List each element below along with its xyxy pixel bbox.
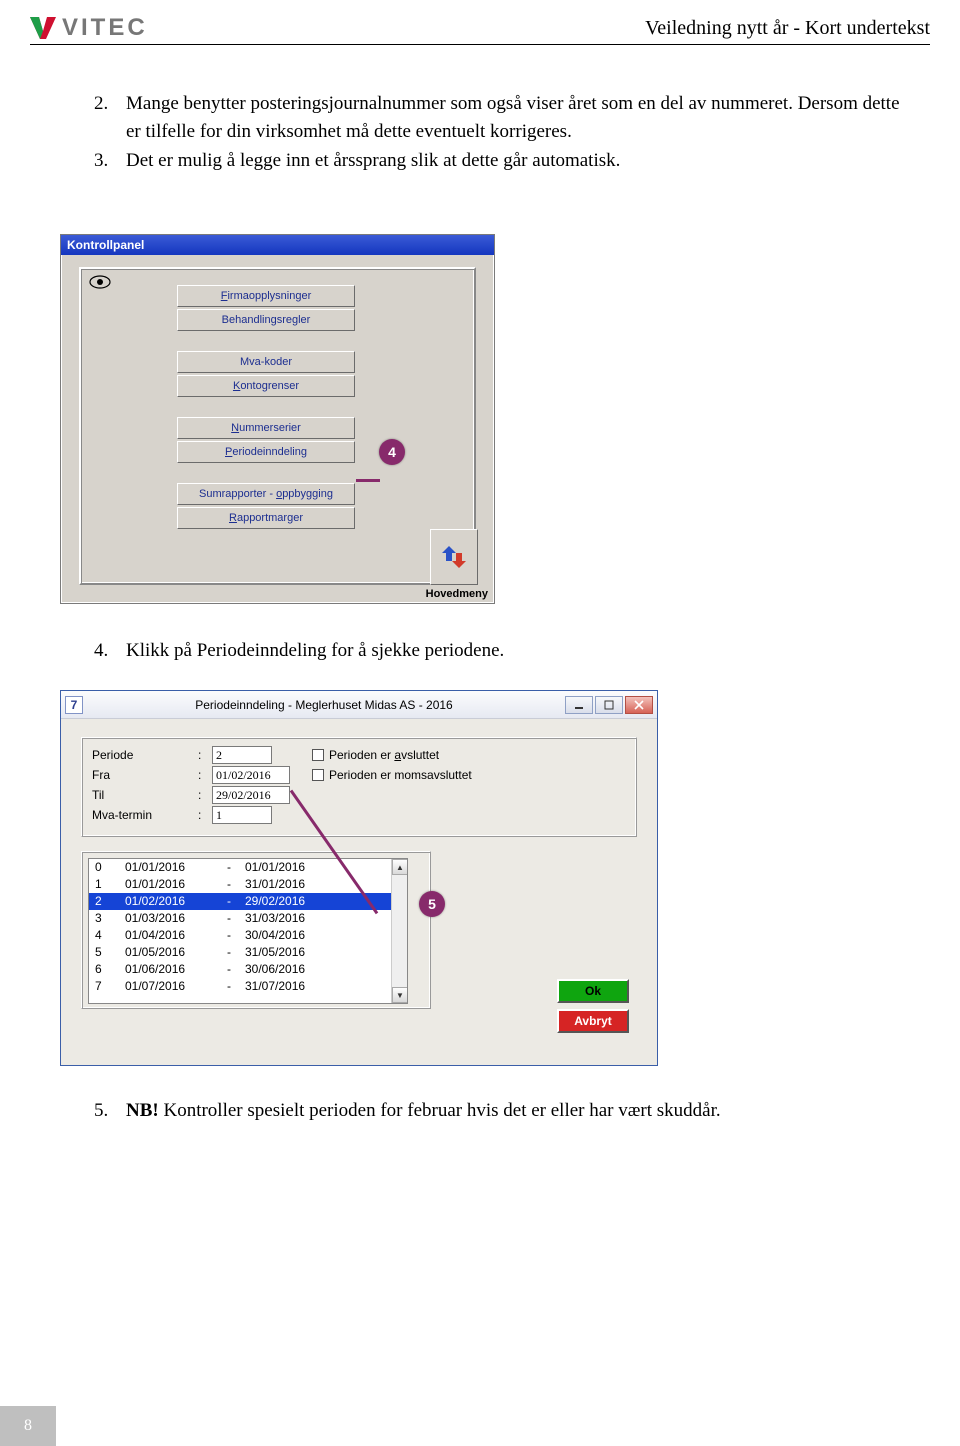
bottom-text: 5. NB! Kontroller spesielt perioden for …: [60, 1100, 900, 1122]
hovedmeny-button[interactable]: [430, 529, 478, 585]
momsavsluttet-checkbox[interactable]: Perioden er momsavsluttet: [312, 766, 472, 784]
window-title: Periodeinndeling - Meglerhuset Midas AS …: [83, 691, 565, 719]
list-item: 3. Det er mulig å legge inn et årssprang…: [94, 147, 900, 175]
rapportmarger-button[interactable]: Rapportmarger: [177, 507, 355, 529]
callout-marker-4: 4: [379, 439, 405, 465]
logo: VITEC: [30, 16, 148, 40]
window-icon: 7: [65, 696, 83, 714]
period-list[interactable]: 001/01/2016-01/01/2016101/01/2016-31/01/…: [88, 858, 408, 1004]
window-titlebar: 7 Periodeinndeling - Meglerhuset Midas A…: [61, 691, 657, 719]
logo-text: VITEC: [62, 16, 148, 40]
kontogrenser-button[interactable]: Kontogrenser: [177, 375, 355, 397]
period-list-frame: 001/01/2016-01/01/2016101/01/2016-31/01/…: [81, 851, 431, 1009]
checkbox-icon: [312, 749, 324, 761]
periode-label: Periode: [92, 746, 192, 764]
fra-input[interactable]: 01/02/2016: [212, 766, 290, 784]
til-input[interactable]: 29/02/2016: [212, 786, 290, 804]
periode-input[interactable]: 2: [212, 746, 272, 764]
hovedmeny-label: Hovedmeny: [426, 587, 488, 601]
callout-connector: [356, 479, 380, 482]
table-row[interactable]: 601/06/2016-30/06/2016: [89, 961, 391, 978]
mid-text: 4. Klikk på Periodeinndeling for å sjekk…: [60, 640, 900, 662]
til-label: Til: [92, 786, 192, 804]
eye-icon: [89, 275, 111, 294]
window-title: Kontrollpanel: [61, 235, 494, 255]
firmaopplysninger-button[interactable]: Firmaopplysninger: [177, 285, 355, 307]
document-title: Veiledning nytt år - Kort undertekst: [645, 18, 930, 38]
fra-label: Fra: [92, 766, 192, 784]
period-form: Periode : 2 Fra : 01/02/2016 Til : 29/02…: [81, 737, 637, 837]
kontrollpanel-body: Firmaopplysninger Behandlingsregler Mva-…: [79, 267, 476, 585]
scroll-up-button[interactable]: ▲: [392, 859, 408, 875]
item-text: NB! Kontroller spesielt perioden for feb…: [126, 1100, 721, 1122]
scrollbar[interactable]: ▲ ▼: [391, 859, 407, 1003]
sumrapporter-button[interactable]: Sumrapporter - oppbygging: [177, 483, 355, 505]
table-row[interactable]: 501/05/2016-31/05/2016: [89, 944, 391, 961]
kontrollpanel-window: Kontrollpanel Firmaopplysninger Behandli…: [60, 234, 495, 604]
item-number: 2.: [94, 90, 114, 145]
window-body: Periode : 2 Fra : 01/02/2016 Til : 29/02…: [71, 729, 647, 1055]
close-button[interactable]: [625, 696, 653, 714]
page-header: VITEC Veiledning nytt år - Kort undertek…: [30, 16, 930, 45]
behandlingsregler-button[interactable]: Behandlingsregler: [177, 309, 355, 331]
scroll-down-button[interactable]: ▼: [392, 987, 408, 1003]
mva-termin-label: Mva-termin: [92, 806, 192, 824]
table-row[interactable]: 701/07/2016-31/07/2016: [89, 978, 391, 995]
avsluttet-checkbox[interactable]: Perioden er avsluttet: [312, 746, 439, 764]
item-number: 4.: [94, 640, 114, 662]
page-number: 8: [0, 1406, 56, 1446]
swap-arrows-icon: [440, 543, 468, 571]
periodeinndeling-button[interactable]: Periodeinndeling: [177, 441, 355, 463]
window-buttons: [565, 696, 653, 714]
item-number: 3.: [94, 147, 114, 175]
item-number: 5.: [94, 1100, 114, 1122]
item-text: Det er mulig å legge inn et årssprang sl…: [126, 147, 620, 175]
table-row[interactable]: 201/02/2016-29/02/2016: [89, 893, 391, 910]
list-item: 4. Klikk på Periodeinndeling for å sjekk…: [60, 640, 900, 662]
item-text: Mange benytter posteringsjournalnummer s…: [126, 90, 900, 145]
minimize-button[interactable]: [565, 696, 593, 714]
logo-mark-icon: [30, 17, 56, 39]
table-row[interactable]: 401/04/2016-30/04/2016: [89, 927, 391, 944]
maximize-button[interactable]: [595, 696, 623, 714]
periodeinndeling-window: 7 Periodeinndeling - Meglerhuset Midas A…: [60, 690, 658, 1066]
intro-text: 2. Mange benytter posteringsjournalnumme…: [60, 90, 900, 177]
table-row[interactable]: 101/01/2016-31/01/2016: [89, 876, 391, 893]
mva-termin-input[interactable]: 1: [212, 806, 272, 824]
table-row[interactable]: 301/03/2016-31/03/2016: [89, 910, 391, 927]
list-item: 5. NB! Kontroller spesielt perioden for …: [60, 1100, 900, 1122]
list-item: 2. Mange benytter posteringsjournalnumme…: [94, 90, 900, 145]
ok-button[interactable]: Ok: [557, 979, 629, 1003]
item-text: Klikk på Periodeinndeling for å sjekke p…: [126, 640, 504, 662]
avbryt-button[interactable]: Avbryt: [557, 1009, 629, 1033]
mva-koder-button[interactable]: Mva-koder: [177, 351, 355, 373]
checkbox-icon: [312, 769, 324, 781]
callout-marker-5: 5: [419, 891, 445, 917]
nummerserier-button[interactable]: Nummerserier: [177, 417, 355, 439]
